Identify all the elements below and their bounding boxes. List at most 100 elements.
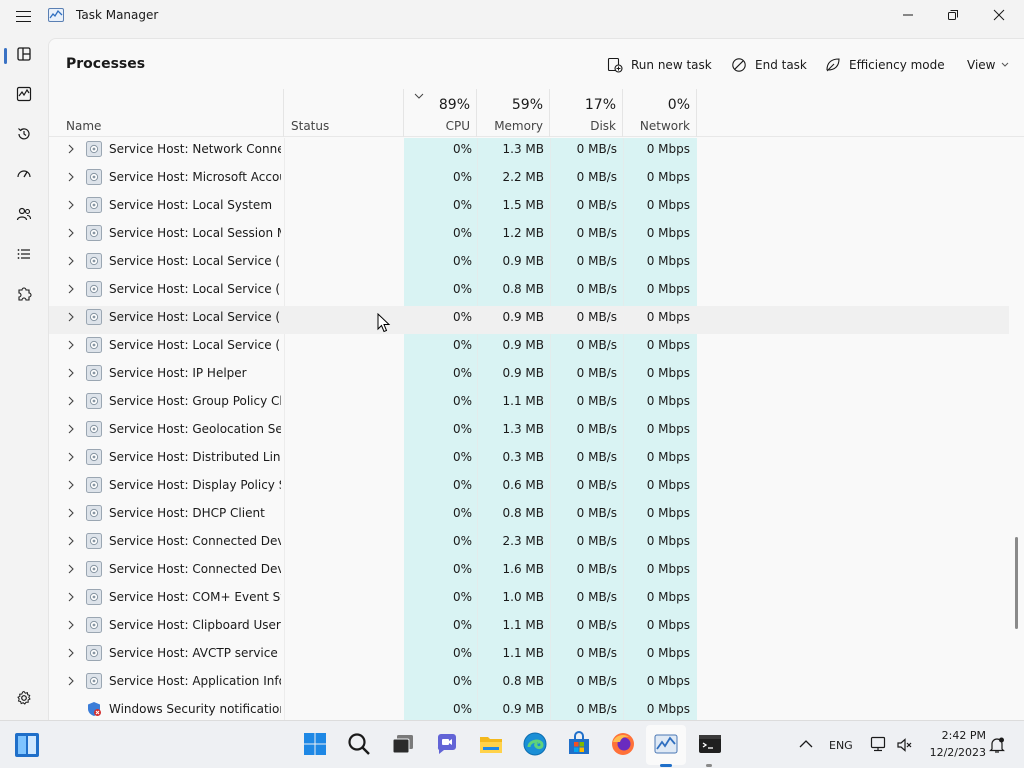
expand-chevron-icon[interactable] [63, 166, 79, 194]
process-row[interactable]: Service Host: Local Service (N... 0% 0.9 M… [49, 306, 1009, 334]
expand-chevron-icon[interactable] [63, 670, 79, 698]
process-name: Service Host: Local System [109, 198, 273, 212]
notifications-bell-icon[interactable] [988, 736, 1006, 754]
expand-chevron-icon[interactable] [63, 334, 79, 362]
nav-app-history[interactable] [4, 116, 44, 152]
volume-muted-icon[interactable] [896, 736, 914, 754]
microsoft-store-icon[interactable] [566, 731, 592, 757]
process-row[interactable]: Service Host: DHCP Client 0% 0.8 MB 0 MB/s 0… [49, 502, 1009, 530]
process-row[interactable]: Service Host: Local Session M... 0% 1.2 MB… [49, 222, 1009, 250]
process-row[interactable]: Service Host: Clipboard User S... 0% 1.1 M… [49, 614, 1009, 642]
edge-browser-icon[interactable] [522, 731, 548, 757]
expand-chevron-icon[interactable] [63, 194, 79, 222]
nav-processes[interactable] [4, 36, 44, 72]
expand-chevron-icon[interactable] [63, 278, 79, 306]
process-row[interactable]: Service Host: Application Infor... 0% 0.8 … [49, 670, 1009, 698]
expand-chevron-icon[interactable] [63, 306, 79, 334]
process-row[interactable]: Service Host: Connected Devi... 0% 1.6 MB 0… [49, 558, 1009, 586]
nav-details[interactable] [4, 236, 44, 272]
nav-startup-apps[interactable] [4, 156, 44, 192]
task-view-icon[interactable] [390, 731, 416, 757]
expand-chevron-icon[interactable] [63, 558, 79, 586]
process-row[interactable]: Service Host: Geolocation Serv... 0% 1.3 M… [49, 418, 1009, 446]
process-row[interactable]: Service Host: AVCTP service 0% 1.1 MB 0 MB/… [49, 642, 1009, 670]
file-explorer-icon[interactable] [478, 731, 504, 757]
process-disk: 0 MB/s [576, 646, 617, 660]
column-header-cpu[interactable]: 89% CPU [404, 89, 477, 137]
search-icon[interactable] [346, 731, 372, 757]
taskbar: ENG 2:42 PM 12/2/2023 [0, 720, 1024, 768]
clock-time[interactable]: 2:42 PM [936, 729, 986, 742]
process-row[interactable]: Service Host: Local Service (N... 0% 0.8 M… [49, 278, 1009, 306]
page-title: Processes [66, 56, 146, 72]
process-row[interactable]: Service Host: COM+ Event Sys... 0% 1.0 MB 0… [49, 586, 1009, 614]
expand-chevron-icon[interactable] [63, 642, 79, 670]
process-disk: 0 MB/s [576, 562, 617, 576]
process-memory: 1.2 MB [502, 226, 544, 240]
process-name: Service Host: Local Service (N... [109, 338, 281, 352]
process-row[interactable]: Service Host: IP Helper 0% 0.9 MB 0 MB/s 0 M… [49, 362, 1009, 390]
vertical-scrollbar-thumb[interactable] [1015, 537, 1018, 629]
process-network: 0 Mbps [646, 254, 690, 268]
run-new-task-icon [607, 57, 623, 73]
process-cpu: 0% [452, 534, 472, 548]
expand-chevron-icon[interactable] [63, 446, 79, 474]
process-row[interactable]: Service Host: Group Policy Cli... 0% 1.1 M… [49, 390, 1009, 418]
minimize-button[interactable] [885, 0, 931, 30]
process-network: 0 Mbps [646, 310, 690, 324]
start-windows-icon[interactable] [302, 731, 328, 757]
chat-teams-icon[interactable] [434, 731, 460, 757]
service-gear-icon [86, 197, 102, 213]
firefox-icon[interactable] [610, 731, 636, 757]
run-new-task-button[interactable]: Run new task [607, 53, 712, 77]
efficiency-mode-button[interactable]: Efficiency mode [825, 53, 945, 77]
process-row[interactable]: Service Host: Distributed Link ... 0% 0.3 … [49, 446, 1009, 474]
column-header-network[interactable]: 0% Network [623, 89, 697, 137]
process-row[interactable]: Service Host: Local System 0% 1.5 MB 0 MB/s… [49, 194, 1009, 222]
nav-users[interactable] [4, 196, 44, 232]
process-row[interactable]: Service Host: Network Connec... 0% 1.3 MB 0… [49, 138, 1009, 166]
expand-chevron-icon[interactable] [63, 362, 79, 390]
nav-services[interactable] [4, 276, 44, 312]
expand-chevron-icon[interactable] [63, 614, 79, 642]
process-row[interactable]: Service Host: Connected Devi... 0% 2.3 MB 0… [49, 530, 1009, 558]
process-row[interactable]: Service Host: Local Service (N... 0% 0.9 M… [49, 334, 1009, 362]
process-row[interactable]: Service Host: Display Policy Se... 0% 0.6 … [49, 474, 1009, 502]
view-menu-button[interactable]: View [967, 53, 1017, 77]
terminal-icon[interactable] [697, 731, 723, 757]
process-row[interactable]: Service Host: Microsoft Accou... 0% 2.2 MB… [49, 166, 1009, 194]
process-disk: 0 MB/s [576, 394, 617, 408]
expand-chevron-icon[interactable] [63, 138, 79, 166]
column-header-disk[interactable]: 17% Disk [550, 89, 623, 137]
expand-chevron-icon[interactable] [63, 418, 79, 446]
column-header-status[interactable]: Status [284, 89, 404, 137]
input-language[interactable]: ENG [829, 739, 853, 752]
nav-performance[interactable] [4, 76, 44, 112]
column-header-name[interactable]: Name [49, 89, 284, 137]
leaf-icon [826, 58, 840, 72]
show-hidden-icons-chevron-up-icon[interactable] [799, 739, 813, 749]
process-name: Service Host: Local Session M... [109, 226, 281, 240]
task-manager-taskbar-icon[interactable] [653, 731, 679, 757]
expand-chevron-icon[interactable] [63, 222, 79, 250]
end-task-button[interactable]: End task [731, 53, 807, 77]
process-row[interactable]: Windows Security notification... 0% 0.9 MB… [49, 698, 1009, 720]
widgets-icon[interactable] [14, 732, 40, 758]
maximize-button[interactable] [930, 0, 976, 30]
expand-chevron-icon[interactable] [63, 502, 79, 530]
hamburger-menu-icon[interactable] [12, 6, 36, 26]
process-disk: 0 MB/s [576, 170, 617, 184]
process-row[interactable]: Service Host: Local Service (N... 0% 0.9 M… [49, 250, 1009, 278]
process-network: 0 Mbps [646, 674, 690, 688]
close-button[interactable] [976, 0, 1022, 30]
clock-date[interactable]: 12/2/2023 [924, 746, 986, 759]
process-network: 0 Mbps [646, 646, 690, 660]
column-header-memory[interactable]: 59% Memory [477, 89, 550, 137]
network-icon[interactable] [870, 735, 888, 753]
expand-chevron-icon[interactable] [63, 474, 79, 502]
expand-chevron-icon[interactable] [63, 250, 79, 278]
expand-chevron-icon[interactable] [63, 390, 79, 418]
expand-chevron-icon[interactable] [63, 586, 79, 614]
nav-settings[interactable] [12, 686, 36, 710]
expand-chevron-icon[interactable] [63, 530, 79, 558]
